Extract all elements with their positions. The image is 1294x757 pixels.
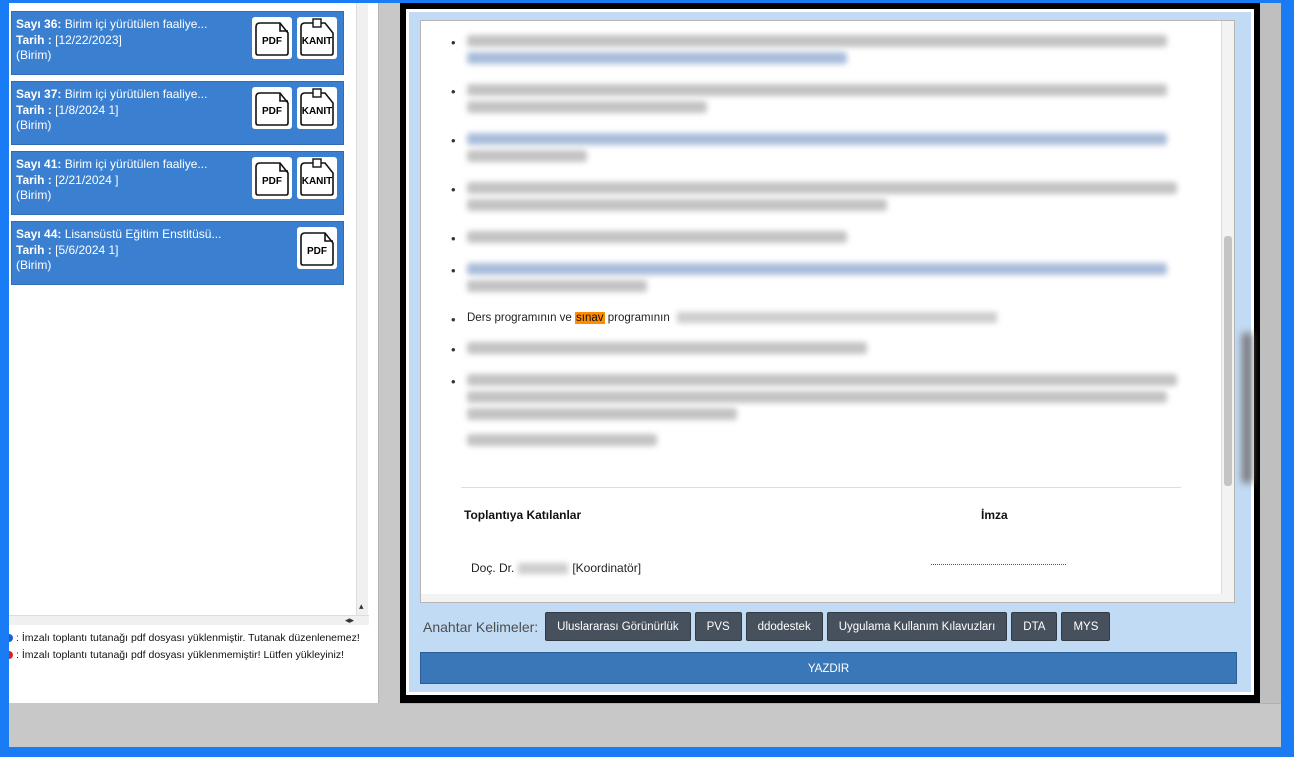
status-legend: : İmzalı toplantı tutanağı pdf dosyası y… — [9, 631, 375, 665]
record-date: [5/6/2024 1] — [55, 242, 119, 257]
doc-bullet-blurred — [451, 342, 1181, 357]
signature-divider — [461, 487, 1181, 488]
evidence-icon[interactable]: KANIT — [297, 17, 337, 59]
record-list[interactable]: Sayı 36: Birim içi yürütülen faaliye... … — [9, 3, 354, 615]
doc-bullet-blurred — [451, 182, 1181, 211]
page-shadow — [1242, 333, 1252, 483]
record-date: [2/21/2024 ] — [55, 172, 119, 187]
record-unit: (Birim) — [16, 258, 52, 272]
keyword-button[interactable]: DTA — [1011, 612, 1058, 641]
doc-bullet-blurred — [451, 84, 1181, 113]
record-date-label: Tarih : — [16, 32, 52, 47]
keyword-button[interactable]: PVS — [694, 612, 742, 641]
record-title: Lisansüstü Eğitim Enstitüsü... — [64, 227, 222, 241]
record-number: Sayı 44: — [16, 227, 62, 241]
right-gutter — [1260, 3, 1281, 703]
document-vertical-scrollbar[interactable] — [1221, 21, 1234, 602]
doc-bullet-blurred — [451, 35, 1181, 64]
record-card[interactable]: Sayı 37: Birim içi yürütülen faaliye... … — [11, 81, 344, 145]
document-viewer[interactable]: Ders programının ve sınav programının To… — [420, 20, 1235, 603]
record-list-panel: Sayı 36: Birim içi yürütülen faaliye... … — [9, 3, 379, 703]
search-highlight: sınav — [575, 312, 605, 324]
app-frame: Sayı 36: Birim içi yürütülen faaliye... … — [9, 3, 1281, 747]
record-date-label: Tarih : — [16, 102, 52, 117]
evidence-icon[interactable]: KANIT — [297, 157, 337, 199]
document-horizontal-scrollbar[interactable] — [421, 594, 1234, 602]
legend-not-uploaded: : İmzalı toplantı tutanağı pdf dosyası y… — [9, 648, 375, 662]
record-number: Sayı 37: — [16, 87, 62, 101]
pdf-icon[interactable]: PDF — [252, 17, 292, 59]
record-title: Birim içi yürütülen faaliye... — [64, 157, 208, 171]
document-preview-panel: Ders programının ve sınav programının To… — [406, 9, 1254, 695]
evidence-icon[interactable]: KANIT — [297, 87, 337, 129]
keyword-button[interactable]: ddodestek — [745, 612, 823, 641]
record-number: Sayı 41: — [16, 157, 62, 171]
record-date: [1/8/2024 1] — [55, 102, 119, 117]
record-date: [12/22/2023] — [55, 32, 122, 47]
keyword-button[interactable]: MYS — [1061, 612, 1111, 641]
signature-line — [931, 564, 1066, 565]
red-dot-icon — [9, 651, 13, 660]
keyword-button[interactable]: Uygulama Kullanım Kılavuzları — [826, 612, 1008, 641]
keywords-label: Anahtar Kelimeler: — [423, 618, 539, 635]
pdf-icon[interactable]: PDF — [252, 87, 292, 129]
bottom-divider — [400, 703, 1281, 704]
pdf-icon[interactable]: PDF — [252, 157, 292, 199]
record-title: Birim içi yürütülen faaliye... — [64, 87, 208, 101]
list-vertical-scrollbar[interactable]: ▴ — [356, 3, 368, 615]
doc-bullet-blurred — [451, 263, 1181, 292]
record-date-label: Tarih : — [16, 242, 52, 257]
record-title: Birim içi yürütülen faaliye... — [64, 17, 208, 31]
participants-header: Toplantıya Katılanlar — [464, 508, 582, 522]
list-horizontal-scrollbar[interactable]: ◂▸ — [9, 615, 369, 625]
doc-bullet-blurred — [451, 374, 1181, 446]
record-card[interactable]: Sayı 36: Birim içi yürütülen faaliye... … — [11, 11, 344, 75]
document-preview-frame: Ders programının ve sınav programının To… — [400, 3, 1260, 703]
record-date-label: Tarih : — [16, 172, 52, 187]
print-button[interactable]: YAZDIR — [420, 652, 1237, 684]
record-card[interactable]: Sayı 41: Birim içi yürütülen faaliye... … — [11, 151, 344, 215]
participant-row: Doç. Dr. [Koordinatör] — [471, 561, 642, 575]
doc-bullet-blurred — [451, 133, 1181, 162]
keyword-button[interactable]: Uluslararası Görünürlük — [545, 612, 691, 641]
keyword-bar: Anahtar Kelimeler: Uluslararası Görünürl… — [423, 612, 1111, 641]
record-number: Sayı 36: — [16, 17, 62, 31]
pdf-icon[interactable]: PDF — [297, 227, 337, 269]
doc-bullet-blurred — [451, 231, 1181, 246]
doc-bullet-visible: Ders programının ve sınav programının — [451, 312, 1181, 327]
legend-uploaded: : İmzalı toplantı tutanağı pdf dosyası y… — [9, 631, 375, 645]
blue-dot-icon — [9, 634, 13, 643]
signature-header: İmza — [981, 508, 1008, 522]
record-card[interactable]: Sayı 44: Lisansüstü Eğitim Enstitüsü... … — [11, 221, 344, 285]
